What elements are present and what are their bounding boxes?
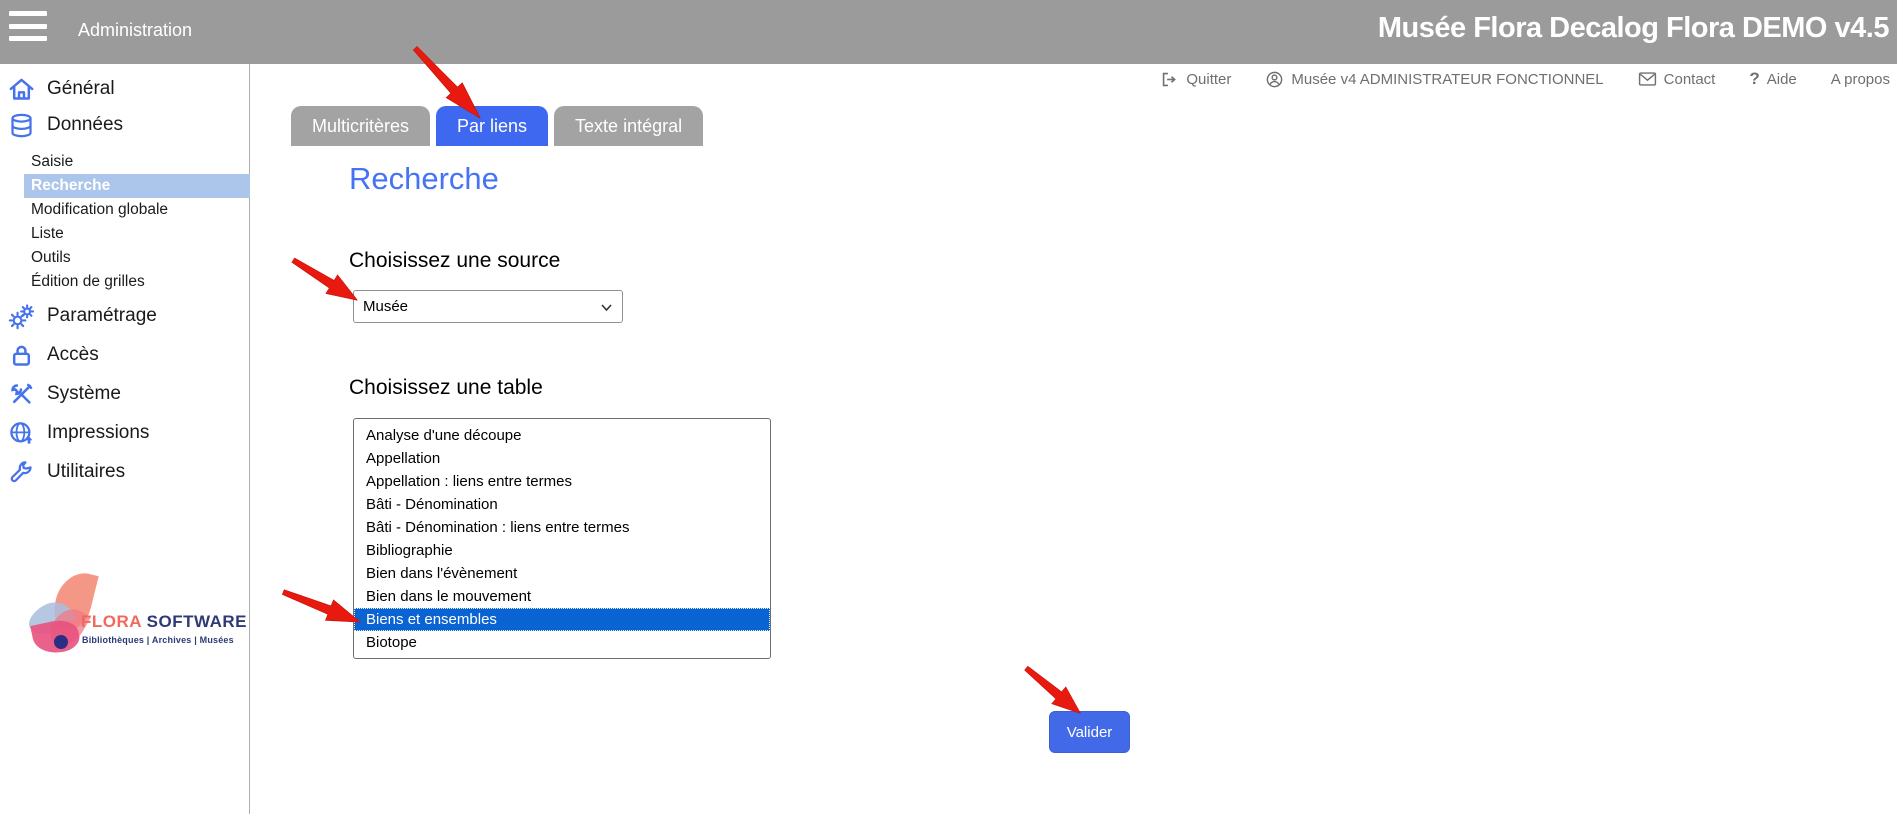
sidebar-subitem-recherche[interactable]: Recherche (24, 174, 250, 198)
list-item-clipped[interactable]: Biotope : liens entre termes (354, 654, 770, 659)
tab-par-liens[interactable]: Par liens (436, 106, 548, 146)
sidebar-item-acces[interactable]: Accès (0, 336, 250, 374)
search-mode-tabs: Multicritères Par liens Texte intégral (291, 106, 703, 146)
list-item-biens-et-ensembles[interactable]: Biens et ensembles (354, 608, 770, 631)
tab-texte-integral[interactable]: Texte intégral (554, 106, 703, 146)
current-user[interactable]: Musée v4 ADMINISTRATEUR FONCTIONNEL (1265, 70, 1603, 89)
sidebar-subitem-liste[interactable]: Liste (0, 222, 250, 246)
app-title: Administration (78, 0, 192, 64)
current-user-label: Musée v4 ADMINISTRATEUR FONCTIONNEL (1291, 71, 1603, 88)
sidebar-item-label: Impressions (47, 422, 149, 444)
brand-name: FLORA SOFTWARE (81, 612, 247, 632)
sidebar-item-label: Données (47, 114, 123, 136)
valider-button[interactable]: Valider (1049, 711, 1130, 753)
a-propos-label: A propos (1831, 71, 1890, 88)
donnees-submenu: Saisie Recherche Modification globale Li… (0, 150, 250, 294)
source-label: Choisissez une source (349, 249, 560, 273)
window-title: Musée Flora Decalog Flora DEMO v4.5 (1378, 0, 1889, 64)
sidebar-item-impressions[interactable]: Impressions (0, 414, 250, 452)
contact-button[interactable]: Contact (1638, 71, 1716, 88)
wrench-icon (8, 459, 35, 486)
utility-bar: Quitter Musée v4 ADMINISTRATEUR FONCTION… (1160, 64, 1890, 94)
sidebar-subitem-saisie[interactable]: Saisie (0, 150, 250, 174)
source-select[interactable]: Musée (353, 290, 623, 323)
list-item[interactable]: Bâti - Dénomination : liens entre termes (354, 516, 770, 539)
sidebar-item-general[interactable]: Général (0, 70, 250, 108)
sidebar-item-label: Général (47, 78, 115, 100)
sidebar-subitem-edition-de-grilles[interactable]: Édition de grilles (0, 270, 250, 294)
user-icon (1265, 70, 1284, 89)
flora-software-logo: FLORA SOFTWARE Bibliothèques | Archives … (0, 569, 250, 664)
sidebar-item-systeme[interactable]: Système (0, 375, 250, 413)
home-icon (8, 76, 35, 103)
sidebar-item-label: Accès (47, 344, 99, 366)
list-item[interactable]: Biotope (354, 631, 770, 654)
list-item[interactable]: Bibliographie (354, 539, 770, 562)
top-bar: Administration Musée Flora Decalog Flora… (0, 0, 1897, 64)
chevron-down-icon (601, 304, 612, 311)
aide-label: Aide (1767, 71, 1797, 88)
list-item[interactable]: Analyse d'une découpe (354, 424, 770, 447)
sidebar-subitem-outils[interactable]: Outils (0, 246, 250, 270)
padlock-icon (8, 342, 35, 369)
logo-dot (54, 635, 68, 649)
sidebar-subitem-modification-globale[interactable]: Modification globale (0, 198, 250, 222)
gears-icon (8, 303, 35, 330)
hamburger-menu-icon[interactable] (9, 11, 47, 41)
aide-button[interactable]: ? Aide (1749, 69, 1796, 89)
quitter-label: Quitter (1186, 71, 1231, 88)
quitter-button[interactable]: Quitter (1160, 70, 1231, 89)
list-item[interactable]: Appellation (354, 447, 770, 470)
sidebar-item-parametrage[interactable]: Paramétrage (0, 297, 250, 335)
sidebar-item-label: Système (47, 383, 121, 405)
exit-icon (1160, 70, 1179, 89)
list-item[interactable]: Bâti - Dénomination (354, 493, 770, 516)
table-listbox[interactable]: Analyse d'une découpe Appellation Appell… (353, 418, 771, 659)
source-selected-value: Musée (363, 298, 408, 315)
envelope-icon (1638, 71, 1657, 87)
tab-multicriteres[interactable]: Multicritères (291, 106, 430, 146)
table-label: Choisissez une table (349, 376, 543, 400)
sidebar-item-donnees[interactable]: Données (0, 106, 250, 144)
question-mark-icon: ? (1749, 69, 1759, 89)
list-item[interactable]: Bien dans l'évènement (354, 562, 770, 585)
list-item[interactable]: Bien dans le mouvement (354, 585, 770, 608)
list-item[interactable]: Appellation : liens entre termes (354, 470, 770, 493)
brand-tagline: Bibliothèques | Archives | Musées (82, 635, 234, 645)
tools-icon (8, 381, 35, 408)
sidebar-item-label: Utilitaires (47, 461, 125, 483)
sidebar-item-utilitaires[interactable]: Utilitaires (0, 453, 250, 491)
sidebar-item-label: Paramétrage (47, 305, 157, 327)
contact-label: Contact (1664, 71, 1716, 88)
page-title: Recherche (349, 161, 499, 197)
database-icon (8, 112, 35, 139)
globe-print-icon (8, 420, 35, 447)
a-propos-button[interactable]: A propos (1831, 71, 1890, 88)
sidebar: Général Données Saisie Recherche Modific… (0, 64, 250, 814)
